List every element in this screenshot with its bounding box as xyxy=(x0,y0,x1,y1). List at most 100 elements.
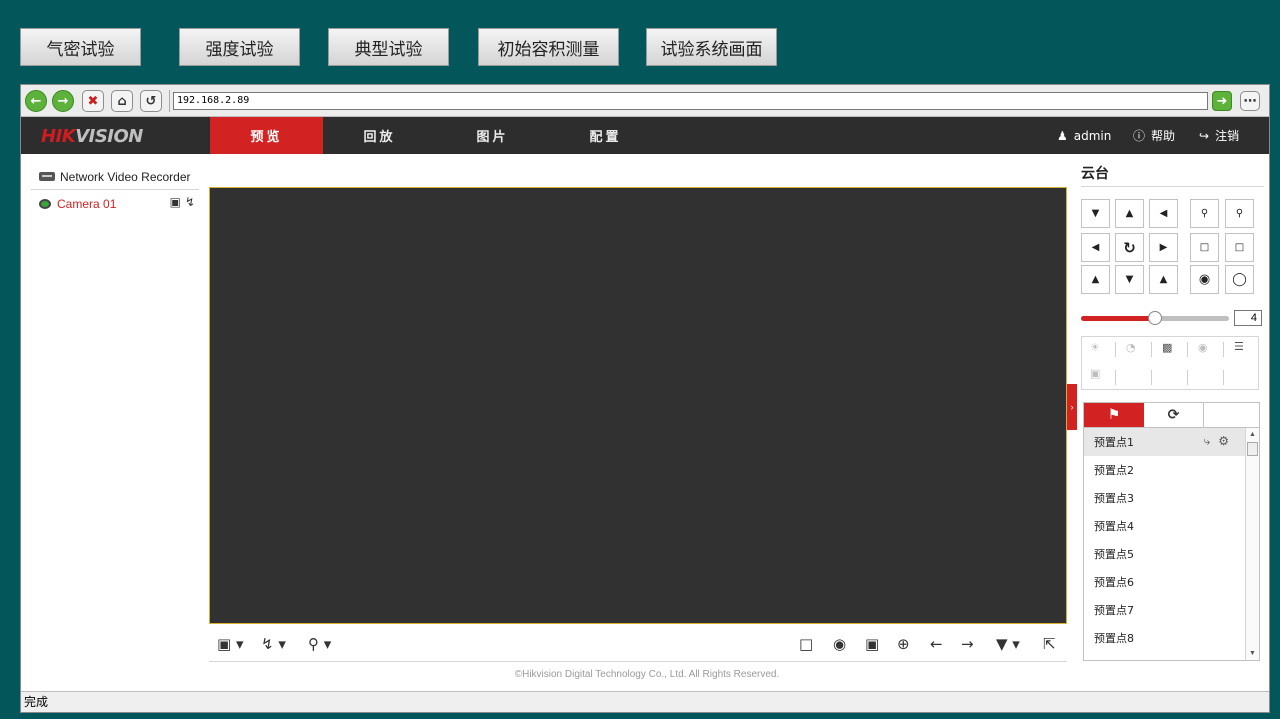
nav-picture[interactable]: 图片 xyxy=(436,117,549,154)
ptz-right-icon[interactable]: ▶ xyxy=(1149,233,1178,262)
ptz-up-right-icon[interactable]: ◀ xyxy=(1149,199,1178,228)
preset-tab-flag-icon[interactable]: ⚑ xyxy=(1084,403,1144,427)
ptz-down-right-icon[interactable]: ▲ xyxy=(1149,265,1178,294)
preset-item[interactable]: 预置点4 xyxy=(1084,512,1245,540)
logout-icon: ↪ xyxy=(1199,128,1210,143)
stream-type-icon[interactable]: ↯ ▾ xyxy=(261,635,286,653)
microphone-icon[interactable]: ⚲ ▾ xyxy=(308,635,331,653)
address-field[interactable]: 192.168.2.89 xyxy=(173,92,1208,110)
preset-item[interactable]: 预置点8 xyxy=(1084,624,1245,652)
speed-value: 4 xyxy=(1234,310,1262,326)
region-focus-icon[interactable]: ▣ xyxy=(1090,367,1100,380)
go-icon[interactable]: ➜ xyxy=(1212,91,1232,111)
ptz-down-icon[interactable]: ▼ xyxy=(1115,265,1144,294)
preset-item[interactable]: 预置点1 ⤷⚙ xyxy=(1084,428,1245,456)
camera-icon xyxy=(39,199,51,209)
wiper-icon[interactable]: ◔ xyxy=(1126,341,1136,354)
home-icon[interactable]: ⌂ xyxy=(111,90,133,112)
username-label: admin xyxy=(1073,128,1112,143)
scroll-down-icon[interactable]: ▼ xyxy=(1249,650,1256,657)
patrol-tab-icon[interactable]: ⟳ xyxy=(1144,403,1203,427)
window-layout-icon[interactable]: ▣ ▾ xyxy=(217,635,243,653)
toolbar-divider xyxy=(169,90,170,112)
user-menu[interactable]: ♟ admin xyxy=(1057,117,1111,154)
preset-actions: ⤷⚙ xyxy=(1204,434,1238,449)
video-viewport[interactable] xyxy=(209,187,1067,624)
zoom-out-icon[interactable]: ⚲ xyxy=(1190,199,1219,228)
next-page-icon[interactable]: → xyxy=(961,635,974,653)
stop-icon[interactable]: ✖ xyxy=(82,90,104,112)
previous-page-icon[interactable]: ← xyxy=(930,635,943,653)
stream-icon[interactable]: ↯ xyxy=(185,195,199,209)
hikvision-logo: HIKVISION xyxy=(41,126,143,147)
help-button[interactable]: ⓘ 帮助 xyxy=(1133,117,1175,154)
tab-button-system-view[interactable]: 试验系统画面 xyxy=(646,28,777,66)
preset-item[interactable]: 预置点2 xyxy=(1084,456,1245,484)
nav-playback[interactable]: 回放 xyxy=(323,117,436,154)
preset-tabs: ⚑ ⟳ xyxy=(1083,402,1260,427)
more-icon[interactable]: ⋯ xyxy=(1240,91,1260,111)
lens-init-icon[interactable]: ◉ xyxy=(1198,341,1208,354)
focus-assist-icon[interactable]: ▩ xyxy=(1162,341,1172,354)
tab-button-strength-test[interactable]: 强度试验 xyxy=(179,28,300,66)
preset-list: 预置点1 ⤷⚙ 预置点2 预置点3 预置点4 预置点5 预置点6 预置点7 预置… xyxy=(1083,427,1260,661)
ptz-up-icon[interactable]: ▲ xyxy=(1115,199,1144,228)
pattern-tab[interactable] xyxy=(1203,403,1260,427)
ptz-down-left-icon[interactable]: ▲ xyxy=(1081,265,1110,294)
iris-open-icon[interactable]: ◉ xyxy=(1190,265,1219,294)
camera-tools: ▣↯ xyxy=(170,195,199,209)
zoom-in-icon[interactable]: ⚲ xyxy=(1225,199,1254,228)
menu-icon[interactable]: ☰ xyxy=(1234,340,1244,353)
browser-status-bar: 完成 xyxy=(21,691,1269,712)
preset-item[interactable]: 预置点3 xyxy=(1084,484,1245,512)
fullscreen-icon[interactable]: ⇱ xyxy=(1043,635,1056,653)
logout-button[interactable]: ↪ 注销 xyxy=(1199,117,1239,154)
preset-item[interactable]: 预置点5 xyxy=(1084,540,1245,568)
nav-preview[interactable]: 预览 xyxy=(210,117,323,154)
video-toolbar: ▣ ▾ ↯ ▾ ⚲ ▾ □ ◉ ▣ ⊕ ← → ▼ ▾ ⇱ xyxy=(209,626,1067,662)
scroll-thumb[interactable] xyxy=(1247,442,1258,456)
back-icon[interactable]: ← xyxy=(25,90,47,112)
tab-button-type-test[interactable]: 典型试验 xyxy=(328,28,449,66)
preset-item[interactable]: 预置点6 xyxy=(1084,568,1245,596)
camera-item[interactable]: Camera 01 ▣↯ xyxy=(39,195,199,213)
scroll-up-icon[interactable]: ▲ xyxy=(1249,431,1256,438)
ptz-left-icon[interactable]: ◀ xyxy=(1081,233,1110,262)
help-label: 帮助 xyxy=(1151,129,1176,143)
light-icon[interactable]: ☀ xyxy=(1090,341,1100,354)
copyright-text: ©Hikvision Digital Technology Co., Ltd. … xyxy=(514,669,780,680)
volume-icon[interactable]: ▼ ▾ xyxy=(996,635,1020,653)
record-icon[interactable]: ▣ xyxy=(170,195,185,209)
set-preset-icon[interactable]: ⚙ xyxy=(1218,434,1237,448)
device-tree-header[interactable]: Network Video Recorder xyxy=(31,164,199,190)
tab-button-initial-volume[interactable]: 初始容积测量 xyxy=(478,28,619,66)
stop-all-icon[interactable]: □ xyxy=(799,635,813,653)
camera-label: Camera 01 xyxy=(57,197,117,211)
info-icon: ⓘ xyxy=(1133,129,1146,143)
collapse-panel-icon[interactable]: › xyxy=(1067,384,1077,430)
preset-scrollbar[interactable]: ▲ ▼ xyxy=(1245,428,1259,660)
forward-icon[interactable]: → xyxy=(52,90,74,112)
record-clip-icon[interactable]: ▣ xyxy=(865,635,879,653)
call-preset-icon[interactable]: ⤷ xyxy=(1204,434,1219,448)
logout-label: 注销 xyxy=(1215,129,1240,143)
speed-slider-knob[interactable] xyxy=(1148,311,1162,325)
refresh-icon[interactable]: ↺ xyxy=(140,90,162,112)
focus-far-icon[interactable]: □ xyxy=(1225,233,1254,262)
speed-slider-fill xyxy=(1081,316,1155,321)
browser-toolbar: ← → ✖ ⌂ ↺ 192.168.2.89 ➜ ⋯ xyxy=(21,85,1269,117)
nav-config[interactable]: 配置 xyxy=(549,117,662,154)
iris-close-icon[interactable]: ◯ xyxy=(1225,265,1254,294)
focus-near-icon[interactable]: □ xyxy=(1190,233,1219,262)
preset-item[interactable]: 预置点7 xyxy=(1084,596,1245,624)
device-label: Network Video Recorder xyxy=(60,169,191,184)
ptz-up-left-icon[interactable]: ▼ xyxy=(1081,199,1110,228)
auto-scan-icon[interactable]: ↻ xyxy=(1115,233,1144,262)
ptz-functions: ☀ ◔ ▩ ◉ ☰ ▣ xyxy=(1081,336,1259,390)
user-icon: ♟ xyxy=(1057,128,1068,143)
ptz-divider xyxy=(1081,186,1264,187)
ptz-title: 云台 xyxy=(1081,166,1109,182)
tab-button-airtight-test[interactable]: 气密试验 xyxy=(20,28,141,66)
capture-icon[interactable]: ◉ xyxy=(833,635,846,653)
digital-zoom-icon[interactable]: ⊕ xyxy=(897,635,910,653)
